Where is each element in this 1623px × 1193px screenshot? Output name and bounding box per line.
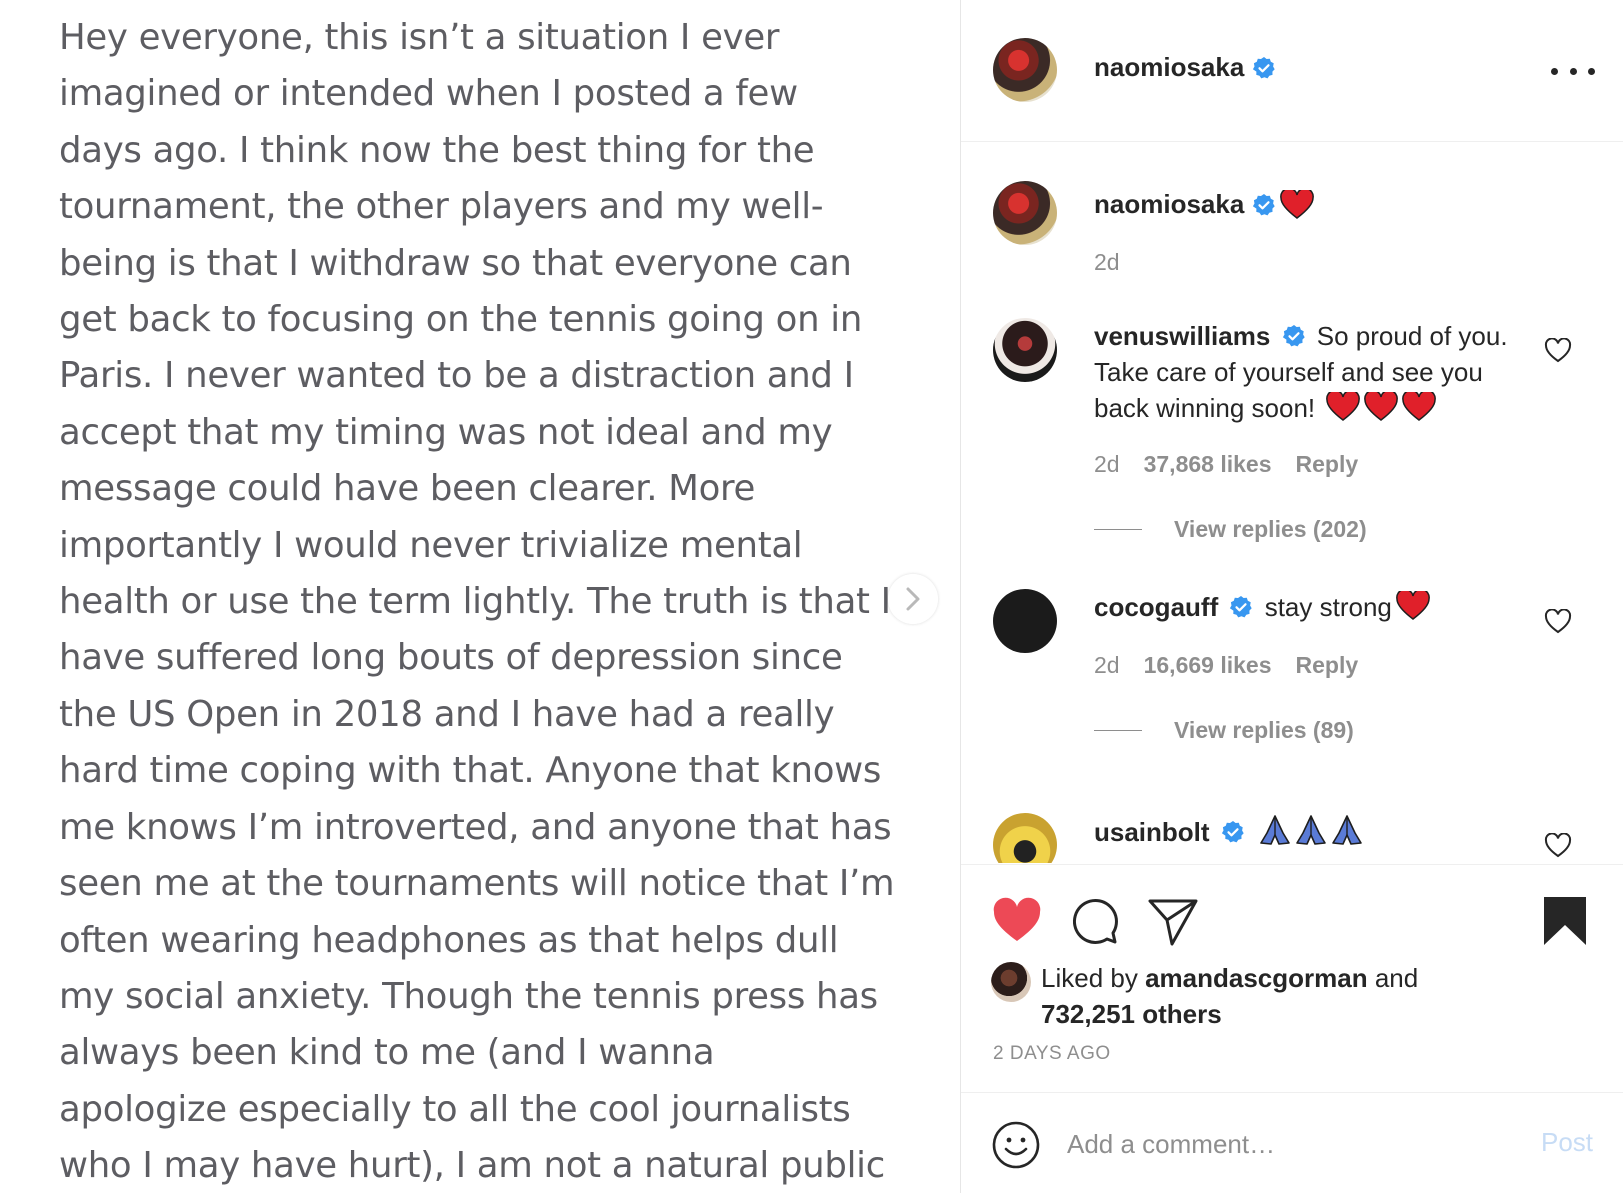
note-line: Hey everyone, this isn’t a situation I e… [59,17,780,58]
liked-by-prefix: Liked by [1041,963,1138,993]
verified-badge-icon [1253,193,1275,215]
red-heart-emoji-group [1322,392,1437,423]
side-panel: naomiosaka naomiosaka 2d venuswilliams S… [960,0,1623,1193]
red-heart-emoji-icon [1402,392,1437,421]
post-image: Hey everyone, this isn’t a situation I e… [0,0,960,1193]
note-line: imagined or intended when I posted a few [59,73,798,115]
note-line: me knows I’m introverted, and anyone tha… [59,806,892,848]
view-replies-button[interactable]: View replies (89) [1094,717,1354,744]
add-comment-bar: Post [961,1092,1623,1193]
comment-likes[interactable]: 37,868 likes [1144,451,1272,478]
folded-hands-emoji-icon [1260,815,1290,845]
comment-time: 2d [1094,652,1120,678]
smiley-emoji-icon[interactable] [991,1120,1041,1170]
folded-hands-emoji-icon [1332,815,1362,845]
reply-button[interactable]: Reply [1296,451,1359,478]
comment-meta: 2d 37,868 likes Reply [1094,451,1358,478]
comment-bubble-icon[interactable] [1069,895,1121,947]
like-comment-heart-icon[interactable] [1544,338,1572,364]
note-line: days ago. I think now the best thing for… [59,129,815,171]
avatar[interactable] [993,813,1057,863]
post-actions: Liked by amandascgorman and 732,251 othe… [961,864,1623,1092]
note-line: get back to focusing on the tennis going… [59,299,863,341]
note-line: the US Open in 2018 and I have had a rea… [59,693,835,735]
comment-time: 2d [1094,451,1120,477]
avatar[interactable] [993,181,1057,245]
chevron-right-icon [906,587,920,611]
verified-badge-icon [1282,325,1305,347]
note-text: Hey everyone, this isn’t a situation I e… [59,10,939,1193]
verified-badge-icon [1221,821,1244,843]
note-line: often wearing headphones as that helps d… [59,919,839,961]
note-line: seen me at the tournaments will notice t… [59,863,895,905]
view-replies-label[interactable]: View replies (89) [1174,717,1354,744]
avatar[interactable] [993,589,1057,653]
comments-list[interactable]: naomiosaka 2d venuswilliams So proud of … [961,143,1623,863]
more-options-button[interactable] [1551,56,1595,86]
note-line: apologize especially to all the cool jou… [59,1088,851,1130]
liked-by-and: and [1374,963,1419,993]
note-line: who I may have hurt), I am not a natural… [59,1145,885,1187]
next-image-button[interactable] [888,574,938,624]
comment-text: cocogauff stay strong [1094,589,1534,625]
note-line: have suffered long bouts of depression s… [59,637,843,679]
red-heart-emoji-icon [1364,392,1399,421]
like-comment-heart-icon[interactable] [1544,833,1572,859]
comment-meta: 2d [1094,249,1120,276]
like-heart-icon[interactable] [991,895,1043,947]
avatar[interactable] [991,962,1031,1002]
avatar[interactable] [993,38,1057,102]
header-username[interactable]: naomiosaka [1094,52,1276,83]
verified-badge-icon [1253,56,1275,78]
view-replies-button[interactable]: View replies (202) [1094,516,1367,543]
note-line: always been kind to me (and I wanna [59,1032,715,1074]
username-link[interactable]: naomiosaka [1094,52,1244,83]
post-header: naomiosaka [961,0,1623,142]
reply-button[interactable]: Reply [1296,652,1359,679]
comment-username[interactable]: usainbolt [1094,817,1210,847]
red-heart-emoji-icon [1326,392,1361,421]
note-line: tournament, the other players and my wel… [59,186,824,228]
note-line: message could have been clearer. More [59,468,756,510]
folded-hands-emoji-group [1256,815,1364,847]
comment-time: 2d [1094,249,1120,275]
comment-text: venuswilliams So proud of you. Take care… [1094,318,1534,426]
like-comment-heart-icon[interactable] [1544,609,1572,635]
red-heart-emoji-icon [1396,591,1430,620]
comment-username[interactable]: venuswilliams [1094,321,1270,351]
liked-by-text: Liked by amandascgorman and 732,251 othe… [1041,960,1511,1032]
note-line: health or use the term lightly. The trut… [59,581,891,623]
comment-body: stay strong [1264,592,1392,622]
avatar[interactable] [993,318,1057,382]
note-line: my social anxiety. Though the tennis pre… [59,975,878,1017]
comment-text: usainbolt [1094,813,1534,850]
share-send-icon[interactable] [1147,895,1199,947]
comment-input[interactable] [1067,1121,1507,1167]
post-timestamp[interactable]: 2 DAYS AGO [993,1043,1111,1065]
note-line: importantly I would never trivialize men… [59,524,803,566]
divider [1094,529,1142,530]
note-line: accept that my timing was not ideal and … [59,411,833,453]
note-line: being is that I withdraw so that everyon… [59,242,852,284]
liked-by-others-link[interactable]: 732,251 others [1041,999,1222,1029]
post-comment-button[interactable]: Post [1541,1127,1593,1158]
comment-username[interactable]: cocogauff [1094,592,1218,622]
note-line: hard time coping with that. Anyone that … [59,750,882,792]
red-heart-emoji-icon [1280,189,1315,219]
view-replies-label[interactable]: View replies (202) [1174,516,1367,543]
liked-by-user-link[interactable]: amandascgorman [1145,963,1368,993]
instagram-post-view: Hey everyone, this isn’t a situation I e… [0,0,1623,1193]
note-line: Paris. I never wanted to be a distractio… [59,355,854,397]
more-horizontal-icon [1551,67,1558,75]
bookmark-icon[interactable] [1541,895,1589,947]
verified-badge-icon [1230,596,1253,618]
comment-username[interactable]: naomiosaka [1094,189,1315,220]
comment-likes[interactable]: 16,669 likes [1144,652,1272,679]
folded-hands-emoji-icon [1296,815,1326,845]
divider [1094,730,1142,731]
comment-meta: 2d 16,669 likes Reply [1094,652,1358,679]
